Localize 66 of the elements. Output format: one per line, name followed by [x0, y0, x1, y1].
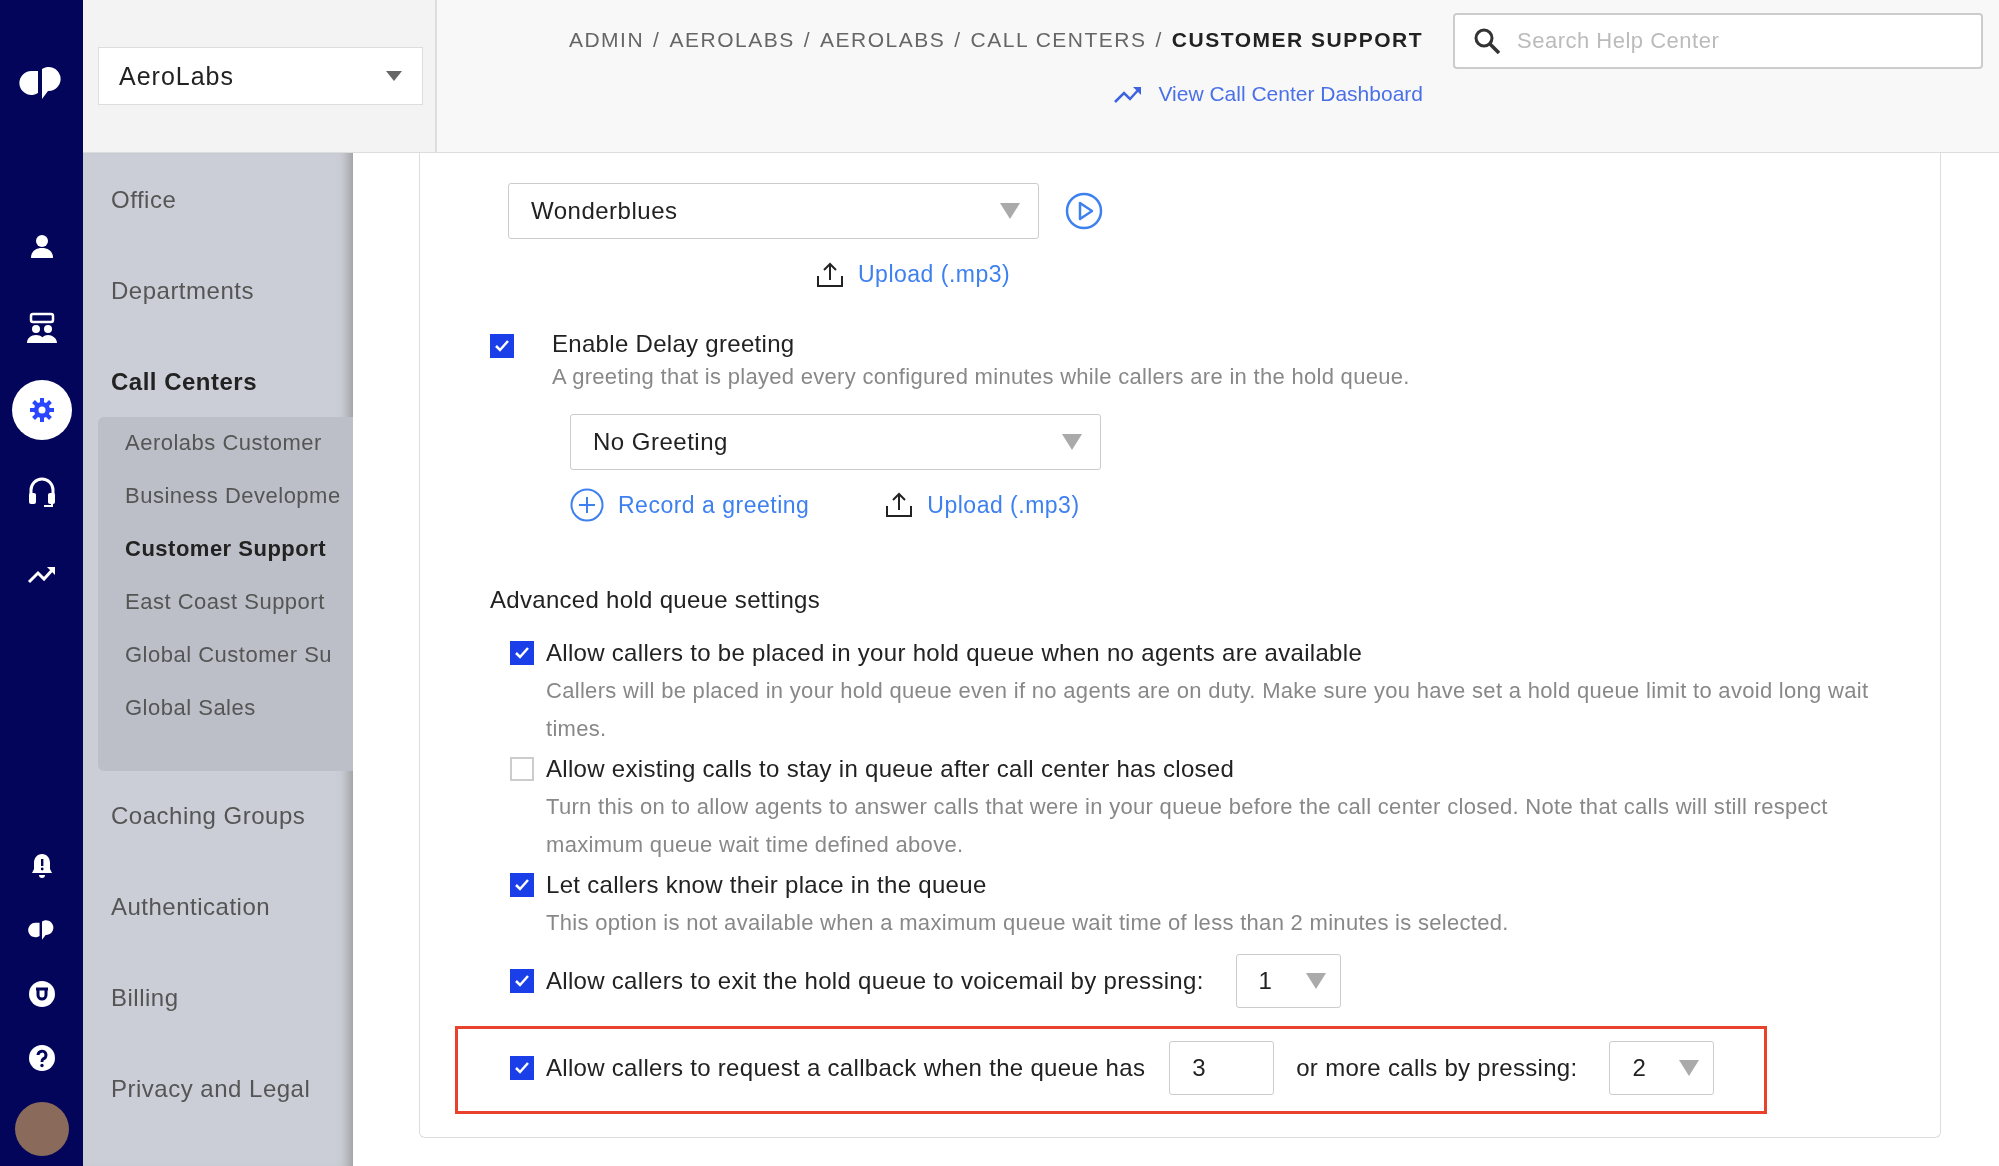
check-icon	[514, 1061, 530, 1075]
caret-icon	[1062, 434, 1082, 450]
check-icon	[494, 339, 510, 353]
option-label: Allow existing calls to stay in queue after call center has closed	[546, 755, 1235, 783]
sidebar-item[interactable]: Authentication	[98, 892, 353, 983]
breadcrumb-link[interactable]: ADMIN	[568, 28, 645, 52]
breadcrumb-separator: /	[653, 28, 661, 52]
option-label: Allow callers to be placed in your hold queue when no agents are available	[546, 639, 1363, 667]
upload-icon	[885, 492, 914, 518]
submenu-item[interactable]: Global Customer Su	[125, 635, 353, 688]
checkbox[interactable]	[510, 969, 534, 993]
option-label: or more calls by pressing:	[1296, 1054, 1578, 1082]
section-heading: Advanced hold queue settings	[490, 586, 821, 614]
sidebar-item[interactable]: Departments	[98, 276, 353, 367]
greeting-dropdown[interactable]: No Greeting	[570, 414, 1101, 470]
music-dropdown[interactable]: Wonderblues	[508, 183, 1039, 239]
record-link[interactable]: Record a greeting	[570, 488, 810, 522]
checkbox[interactable]	[510, 1056, 534, 1080]
dashboard-link[interactable]: View Call Center Dashboard	[1112, 82, 1423, 106]
submenu-item[interactable]: Global Sales	[125, 688, 353, 741]
call-count-field[interactable]: 3	[1169, 1041, 1275, 1095]
breadcrumb-separator: /	[1155, 28, 1163, 52]
breadcrumb-separator: /	[803, 28, 811, 52]
caret-icon	[1679, 1060, 1700, 1076]
sidebar-item[interactable]: Coaching Groups	[98, 801, 353, 892]
option-description: Callers will be placed in your hold queue even if no agents are on duty. Make sure you have set a hold queue limit to avoid long wait times.	[545, 677, 1870, 743]
caret-icon	[1000, 203, 1020, 219]
sidebar-item[interactable]: Office	[98, 185, 353, 276]
caret-icon	[386, 71, 402, 81]
play-icon[interactable]	[1065, 192, 1103, 230]
search-icon	[1473, 27, 1501, 55]
option-label: Allow callers to request a callback when the queue has	[546, 1054, 1146, 1082]
breadcrumb-link[interactable]: AEROLABS	[669, 28, 795, 52]
sidebar-item[interactable]: Privacy and Legal	[98, 1074, 353, 1165]
organization-dropdown[interactable]: AeroLabs	[98, 47, 423, 105]
breadcrumb-separator: /	[954, 28, 962, 52]
upload-link[interactable]: Upload (.mp3)	[885, 488, 1080, 522]
sidebar-item[interactable]: Billing	[98, 983, 353, 1074]
option-label: Allow callers to exit the hold queue to voicemail by pressing:	[546, 967, 1204, 995]
upload-link[interactable]: Upload (.mp3)	[816, 261, 1011, 288]
option-description: Turn this on to allow agents to answer calls that were in your queue before the call center closed. Note that calls will still respect maximum queue wait time defined above.	[545, 793, 1829, 859]
check-icon	[514, 878, 530, 892]
search-input[interactable]: Search Help Center	[1515, 27, 1963, 55]
plus-circle-icon	[570, 488, 604, 522]
key-dropdown[interactable]: 2	[1609, 1041, 1715, 1095]
option-description: A greeting that is played every configured minutes while callers are in the hold queue.	[552, 363, 1410, 391]
checkbox[interactable]	[510, 873, 534, 897]
check-icon	[514, 974, 530, 988]
option-label: Enable Delay greeting	[552, 330, 795, 358]
breadcrumb-link[interactable]: AEROLABS	[820, 28, 946, 52]
option-description: This option is not available when a maximum queue wait time of less than 2 minutes is selected.	[545, 909, 1510, 937]
caret-icon	[1305, 973, 1326, 989]
search-field[interactable]: Search Help Center	[1453, 13, 1983, 69]
upload-icon	[816, 261, 844, 288]
key-dropdown[interactable]: 1	[1235, 954, 1341, 1008]
option-label: Let callers know their place in the queue	[546, 871, 987, 899]
submenu-item[interactable]: Aerolabs Customer	[125, 423, 353, 476]
checkbox[interactable]	[490, 334, 514, 358]
breadcrumb-link[interactable]: CALL CENTERS	[970, 28, 1147, 52]
submenu-item[interactable]: Customer Support	[125, 529, 353, 582]
avatar-placeholder[interactable]	[14, 1102, 69, 1156]
check-icon	[514, 646, 530, 660]
sidebar-item[interactable]: Call Centers	[98, 367, 353, 417]
submenu-item[interactable]: Business Developme	[125, 476, 353, 529]
checkbox[interactable]	[510, 641, 534, 665]
submenu-item[interactable]: East Coast Support	[125, 582, 353, 635]
